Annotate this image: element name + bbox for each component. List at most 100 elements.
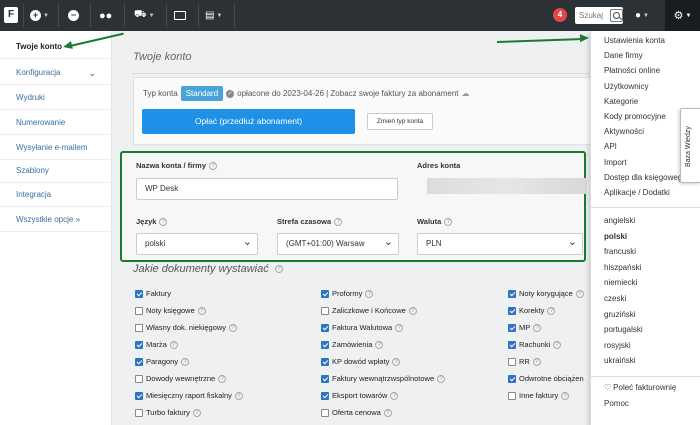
expense-button[interactable]: −: [68, 6, 79, 25]
knowledge-base-tab[interactable]: Baza Wiedzy: [680, 108, 700, 183]
document-type-option[interactable]: Korekty?: [508, 306, 556, 315]
document-type-option[interactable]: Zamówienia?: [321, 340, 384, 349]
help-icon[interactable]: ?: [575, 289, 584, 298]
help-icon[interactable]: ?: [218, 374, 227, 383]
document-type-option[interactable]: Rachunki?: [508, 340, 562, 349]
sidebar-item-configuration[interactable]: Konfiguracja ⌄: [0, 61, 112, 85]
sidebar-item-prints[interactable]: Wydruki: [0, 86, 112, 110]
document-type-checkbox[interactable]: [321, 391, 329, 400]
currency-select[interactable]: PLN: [417, 232, 583, 255]
document-type-checkbox[interactable]: [321, 306, 329, 315]
help-icon[interactable]: ?: [229, 323, 238, 332]
search-icon[interactable]: [610, 9, 623, 22]
account-address-field[interactable]: [427, 178, 587, 194]
change-plan-button[interactable]: Zmień typ konta: [367, 113, 433, 130]
document-type-checkbox[interactable]: [508, 357, 516, 366]
document-type-option[interactable]: Noty księgowe?: [135, 306, 206, 315]
document-type-checkbox[interactable]: [508, 306, 516, 315]
document-type-checkbox[interactable]: [321, 357, 329, 366]
plan-paid-text[interactable]: opłacone do 2023-04-26 | Zobacz swoje fa…: [237, 89, 458, 98]
document-type-option[interactable]: Oferta cenowa?: [321, 408, 392, 417]
help-menu-item[interactable]: Pomoc: [604, 399, 629, 408]
settings-menu-item[interactable]: Płatności online: [604, 66, 660, 75]
document-type-checkbox[interactable]: [135, 408, 143, 417]
help-icon[interactable]: ?: [532, 357, 541, 366]
pay-subscription-button[interactable]: Opłać (przedłuż abonament): [142, 109, 355, 134]
help-icon[interactable]: ?: [197, 306, 206, 315]
document-type-checkbox[interactable]: [321, 340, 329, 349]
language-select[interactable]: polski: [136, 232, 258, 255]
settings-menu-item[interactable]: Import: [604, 158, 627, 167]
document-type-option[interactable]: Turbo faktury?: [135, 408, 201, 417]
language-menu-item[interactable]: niemiecki: [604, 278, 637, 287]
help-icon[interactable]: ?: [561, 391, 570, 400]
settings-menu-item[interactable]: API: [604, 142, 617, 151]
document-type-option[interactable]: Noty korygujące?: [508, 289, 584, 298]
help-icon[interactable]: ?: [169, 340, 178, 349]
document-type-checkbox[interactable]: [135, 323, 143, 332]
help-icon[interactable]: ?: [234, 391, 243, 400]
document-type-checkbox[interactable]: [508, 323, 516, 332]
settings-menu-item[interactable]: Dostęp dla księgowego: [604, 173, 687, 182]
document-type-checkbox[interactable]: [135, 391, 143, 400]
help-icon[interactable]: ?: [209, 161, 218, 170]
document-type-option[interactable]: Faktury: [135, 289, 171, 298]
help-icon[interactable]: ?: [192, 408, 201, 417]
settings-menu-item[interactable]: Aktywności: [604, 127, 644, 136]
settings-menu-button[interactable]: ⚙ ▼: [665, 0, 700, 31]
document-type-checkbox[interactable]: [135, 289, 143, 298]
document-type-checkbox[interactable]: [321, 289, 329, 298]
products-button[interactable]: ⛟ ▼: [134, 6, 155, 25]
document-type-checkbox[interactable]: [321, 323, 329, 332]
help-icon[interactable]: ?: [437, 374, 446, 383]
document-type-option[interactable]: Miesięczny raport fiskalny?: [135, 391, 243, 400]
help-icon[interactable]: ?: [408, 306, 417, 315]
clients-button[interactable]: ●●: [99, 6, 112, 25]
document-type-option[interactable]: Odwrotne obciążen: [508, 374, 584, 383]
settings-menu-item[interactable]: Aplikacje / Dodatki: [604, 188, 670, 197]
settings-menu-item[interactable]: Kategorie: [604, 97, 638, 106]
document-type-option[interactable]: Paragony?: [135, 357, 190, 366]
help-icon[interactable]: ?: [392, 357, 401, 366]
notification-badge[interactable]: 4: [553, 8, 567, 22]
help-icon[interactable]: ?: [395, 323, 404, 332]
document-type-checkbox[interactable]: [135, 340, 143, 349]
stats-button[interactable]: ▤ ▼: [205, 6, 222, 25]
settings-menu-item[interactable]: Kody promocyjne: [604, 112, 666, 121]
help-icon[interactable]: ?: [533, 323, 542, 332]
settings-menu-item[interactable]: Dane firmy: [604, 51, 643, 60]
language-menu-item[interactable]: polski: [604, 232, 627, 241]
payments-button[interactable]: [174, 6, 186, 25]
help-icon[interactable]: ?: [365, 289, 374, 298]
settings-menu-item[interactable]: Użytkownicy: [604, 82, 648, 91]
document-type-checkbox[interactable]: [135, 374, 143, 383]
help-icon[interactable]: ?: [553, 340, 562, 349]
document-type-checkbox[interactable]: [135, 306, 143, 315]
document-type-option[interactable]: Proformy?: [321, 289, 374, 298]
document-type-checkbox[interactable]: [321, 408, 329, 417]
language-menu-item[interactable]: rosyjski: [604, 341, 631, 350]
app-logo[interactable]: F: [4, 7, 18, 23]
document-type-option[interactable]: KP dowód wpłaty?: [321, 357, 401, 366]
sidebar-item-integration[interactable]: Integracja: [0, 183, 112, 207]
recommend-menu-item[interactable]: ♡ Poleć fakturownię: [604, 383, 676, 392]
document-type-option[interactable]: RR?: [508, 357, 541, 366]
sidebar-item-templates[interactable]: Szablony: [0, 159, 112, 183]
sidebar-item-numbering[interactable]: Numerowanie: [0, 111, 112, 135]
document-type-option[interactable]: Faktura Walutowa?: [321, 323, 404, 332]
document-type-option[interactable]: Dowody wewnętrzne?: [135, 374, 227, 383]
language-menu-item[interactable]: portugalski: [604, 325, 643, 334]
help-icon[interactable]: ?: [547, 306, 556, 315]
document-type-option[interactable]: Własny dok. niekięgowy?: [135, 323, 238, 332]
language-menu-item[interactable]: hiszpański: [604, 263, 641, 272]
sidebar-item-all-options[interactable]: Wszystkie opcje »: [0, 208, 112, 232]
help-icon[interactable]: ?: [375, 340, 384, 349]
document-type-checkbox[interactable]: [508, 374, 516, 383]
document-type-checkbox[interactable]: [508, 391, 516, 400]
user-menu-button[interactable]: ● ▼: [635, 6, 649, 25]
help-icon[interactable]: ?: [383, 408, 392, 417]
document-type-checkbox[interactable]: [321, 374, 329, 383]
document-type-option[interactable]: Marża?: [135, 340, 178, 349]
help-icon[interactable]: ?: [159, 217, 168, 226]
help-icon[interactable]: ?: [181, 357, 190, 366]
